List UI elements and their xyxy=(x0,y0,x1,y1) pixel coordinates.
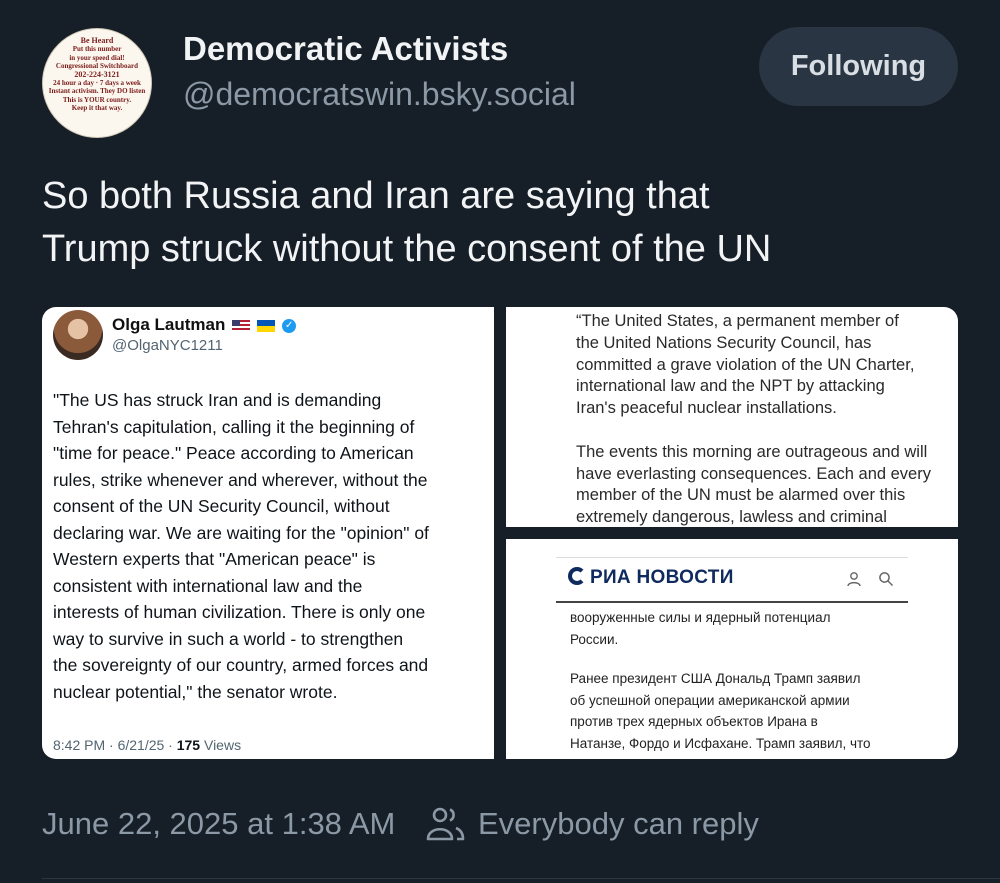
author-avatar[interactable]: Be Heard Put this number in your speed d… xyxy=(42,28,152,138)
statement-line: the United Nations Security Council, has xyxy=(576,333,872,352)
embedded-flags: ✓ xyxy=(232,317,297,333)
post-text-line: So both Russia and Iran are saying that xyxy=(42,175,710,217)
ukraine-flag-icon xyxy=(256,319,275,332)
embedded-views-label: Views xyxy=(200,737,242,753)
embedded-line: Western experts that "American peace" is xyxy=(53,549,376,569)
ria-line: против трех ядерных объектов Ирана в xyxy=(570,714,818,729)
author-handle[interactable]: @democratswin.bsky.social xyxy=(183,76,576,113)
ria-line: Ранее президент США Дональд Трамп заявил xyxy=(570,671,861,686)
ria-logo-icon xyxy=(568,567,586,585)
ria-line: об успешной операции американской армии xyxy=(570,692,850,708)
search-icon xyxy=(879,572,894,587)
embedded-line: consistent with international law and th… xyxy=(53,575,363,596)
embedded-author-handle: @OlgaNYC1211 xyxy=(112,337,223,354)
embedded-tweet-body: "The US has struck Iran and is demanding… xyxy=(53,387,489,705)
ria-line: России. xyxy=(570,631,619,647)
embedded-line: "time for peace." Peace according to Ame… xyxy=(53,443,414,463)
us-flag-icon xyxy=(232,319,250,332)
following-button[interactable]: Following xyxy=(759,27,958,106)
reply-setting[interactable]: Everybody can reply xyxy=(478,806,759,842)
embedded-line: nuclear potential," the senator wrote. xyxy=(53,681,338,702)
embedded-time: 8:42 PM · 6/21/25 · xyxy=(53,737,177,753)
embedded-line: rules, strike whenever and wherever, wit… xyxy=(53,469,428,490)
post-text-line: Trump struck without the consent of the … xyxy=(42,228,772,270)
statement-line: extremely dangerous, lawless and crimina… xyxy=(576,508,887,527)
statement-line: member of the UN must be alarmed over th… xyxy=(576,486,906,505)
avatar-poster-text: Be Heard Put this number in your speed d… xyxy=(48,36,146,113)
author-name[interactable]: Democratic Activists xyxy=(183,30,508,68)
post-timestamp[interactable]: June 22, 2025 at 1:38 AM xyxy=(42,806,395,842)
statement-line: international law and the NPT by attacki… xyxy=(576,377,885,396)
verified-badge-icon: ✓ xyxy=(282,318,297,333)
embedded-tweet-meta: 8:42 PM · 6/21/25 · 175 Views xyxy=(53,737,241,753)
embedded-line: interests of human civilization. There i… xyxy=(53,602,426,622)
statement-line: Iran's peaceful nuclear installations. xyxy=(576,399,837,418)
embedded-author-name: Olga Lautman xyxy=(112,315,226,334)
embedded-line: way to survive in such a world - to stre… xyxy=(53,628,404,649)
user-icon xyxy=(847,572,861,587)
embedded-line: declaring war. We are waiting for the "o… xyxy=(53,522,429,543)
attached-image-statement[interactable]: “The United States, a permanent member o… xyxy=(506,307,958,527)
statement-line: “The United States, a permanent member o… xyxy=(576,312,899,330)
attached-image-tweet[interactable]: Olga Lautman ✓ @OlgaNYC1211 "The US has … xyxy=(42,307,494,759)
embedded-line: "The US has struck Iran and is demanding xyxy=(53,390,382,410)
embedded-line: Tehran's capitulation, calling it the be… xyxy=(53,416,415,437)
ria-logo-text: РИА НОВОСТИ xyxy=(590,567,734,588)
attached-image-ria[interactable]: РИА НОВОСТИ вооруженные силы и ядерный п… xyxy=(506,539,958,759)
statement-line: have everlasting consequences. Each and … xyxy=(576,464,931,483)
ria-article-text: вооруженные силы и ядерный потенциал Рос… xyxy=(570,607,950,754)
ria-top-divider xyxy=(556,557,908,558)
statement-text: “The United States, a permanent member o… xyxy=(576,311,956,527)
footer-divider xyxy=(42,878,1000,879)
ria-line: Натанзе, Фордо и Исфахане. Трамп заявил,… xyxy=(570,735,871,751)
statement-line: The events this morning are outrageous a… xyxy=(576,442,928,461)
statement-line: committed a grave violation of the UN Ch… xyxy=(576,355,915,374)
post-text: So both Russia and Iran are saying that … xyxy=(42,170,962,276)
embedded-avatar xyxy=(53,310,103,360)
embedded-views-count: 175 xyxy=(176,737,201,753)
ria-logo: РИА НОВОСТИ xyxy=(568,567,734,589)
embedded-line: the sovereignty of our country, armed fo… xyxy=(53,655,429,675)
ria-line: вооруженные силы и ядерный потенциал xyxy=(570,610,831,625)
embedded-line: consent of the UN Security Council, with… xyxy=(53,496,390,516)
ria-header-divider xyxy=(556,601,908,603)
people-icon xyxy=(426,807,465,841)
